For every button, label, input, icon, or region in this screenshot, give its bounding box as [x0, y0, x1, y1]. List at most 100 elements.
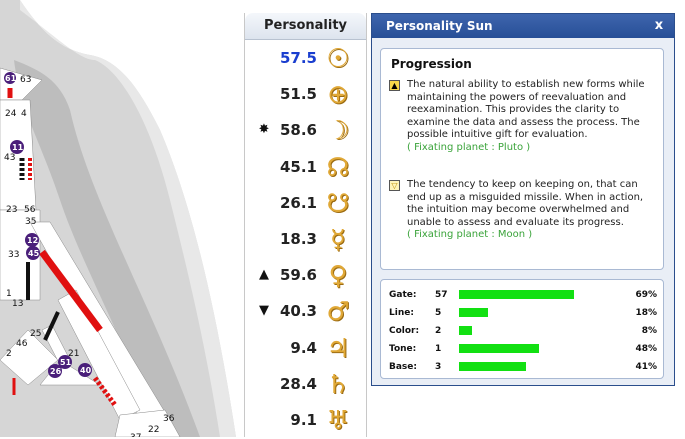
- stat-bar-track: [459, 344, 619, 353]
- gate-line-value: 28.4: [279, 374, 317, 393]
- stat-bar-track: [459, 290, 619, 299]
- svg-text:61: 61: [5, 74, 17, 83]
- planet-row[interactable]: 51.5 ⊕: [245, 77, 366, 113]
- gate-line-value: 18.3: [279, 230, 317, 248]
- stat-row: Gate: 57 69%: [389, 288, 657, 302]
- bodygraph-fragment: 63 24 4 43 23 56 35 33 1 13 25 46 2 21 3…: [0, 0, 236, 437]
- svg-text:11: 11: [12, 143, 24, 152]
- sun-icon: ☉: [326, 44, 350, 74]
- mercury-icon: ☿: [330, 225, 346, 255]
- stat-label: Color:: [389, 326, 420, 336]
- north-node-icon: ☊: [326, 152, 350, 183]
- svg-text:12: 12: [27, 236, 38, 245]
- gate-badge: 40: [78, 363, 92, 377]
- uranus-icon: ♅: [326, 406, 350, 436]
- stat-label: Tone:: [389, 344, 417, 354]
- south-node-icon: ☋: [326, 188, 350, 219]
- activation-stats: Gate: 57 69% Line: 5 18% Color: 2 8% Tone: 1 48% Bas…: [380, 279, 664, 379]
- gate-badge: 61: [4, 72, 17, 84]
- exalted-planet: ( Fixating planet : Pluto ): [407, 141, 531, 153]
- exaltation-icon: ▲: [389, 80, 400, 91]
- svg-text:45: 45: [28, 249, 40, 258]
- stat-value: 3: [435, 362, 442, 372]
- gate-line-value: 58.6: [279, 121, 317, 140]
- stat-label: Base:: [389, 362, 417, 372]
- gate-line-value: 40.3: [279, 302, 317, 321]
- gate-number: 33: [8, 250, 19, 260]
- mars-icon: ♂: [326, 297, 350, 328]
- gate-number: 2: [6, 349, 12, 359]
- fixing-mark: ▲: [259, 267, 269, 283]
- personality-header: Personality: [245, 13, 366, 40]
- gate-number: 43: [4, 153, 15, 163]
- moon-icon: ☽: [326, 116, 350, 147]
- gate-line-value: 45.1: [279, 157, 317, 176]
- svg-text:26: 26: [50, 367, 62, 376]
- planet-row[interactable]: ▼ 40.3 ♂: [245, 294, 366, 330]
- planet-row[interactable]: ✸ 58.6 ☽: [245, 113, 366, 149]
- fixing-mark: ✸: [258, 122, 270, 138]
- stat-percent: 69%: [635, 290, 657, 300]
- gate-number: 37: [130, 433, 141, 437]
- earth-icon: ⊕: [327, 80, 349, 111]
- gate-line-value: 9.1: [290, 411, 317, 429]
- stat-label: Line:: [389, 308, 414, 318]
- gate-line-value: 26.1: [279, 193, 317, 212]
- stat-percent: 8%: [641, 326, 657, 336]
- gate-number: 35: [25, 217, 36, 227]
- stat-value: 57: [435, 290, 448, 300]
- gate-number: 25: [30, 329, 41, 339]
- progression-box: Progression ▲ The natural ability to est…: [380, 48, 664, 270]
- stat-label: Gate:: [389, 290, 417, 300]
- gate-badge: 45: [26, 246, 40, 260]
- stat-percent: 41%: [635, 362, 657, 372]
- exalted-text: The natural ability to establish new for…: [407, 79, 645, 140]
- planet-row[interactable]: 26.1 ☋: [245, 186, 366, 222]
- personality-sun-panel: Personality Sun x Progression ▲ The natu…: [371, 13, 675, 386]
- gate-number: 22: [148, 425, 159, 435]
- planet-row[interactable]: 18.3 ☿: [245, 222, 366, 258]
- planet-row[interactable]: 9.1 ♅: [245, 403, 366, 439]
- stat-row: Tone: 1 48%: [389, 342, 657, 356]
- planet-row[interactable]: 57.5 ☉: [245, 41, 366, 77]
- jupiter-icon: ♃: [326, 333, 350, 364]
- stat-bar-track: [459, 362, 619, 371]
- gate-number: 23: [6, 205, 17, 215]
- gate-number: 46: [16, 339, 28, 349]
- gate-line-value: 59.6: [279, 266, 317, 285]
- gate-badge: 12: [25, 233, 39, 247]
- gate-number: 1: [6, 289, 12, 299]
- close-button[interactable]: x: [652, 14, 666, 38]
- gate-number: 4: [21, 109, 27, 119]
- detriment-text: The tendency to keep on keeping on, that…: [407, 179, 644, 228]
- stat-bar-track: [459, 308, 619, 317]
- gate-line-value: 51.5: [279, 85, 317, 104]
- stat-row: Line: 5 18%: [389, 306, 657, 320]
- stat-value: 1: [435, 344, 442, 354]
- stat-bar: [459, 362, 527, 371]
- planet-row[interactable]: 28.4 ♄: [245, 367, 366, 403]
- progression-title: Progression: [391, 57, 472, 71]
- gate-badge: 26: [48, 364, 62, 378]
- stat-percent: 18%: [635, 308, 657, 318]
- panel-title: Personality Sun: [386, 19, 493, 33]
- stat-bar-track: [459, 326, 619, 335]
- gate-number: 13: [12, 299, 23, 309]
- svg-text:51: 51: [60, 358, 72, 367]
- fixing-mark: ▼: [259, 303, 269, 319]
- planet-row[interactable]: ▲ 59.6 ♀: [245, 258, 366, 294]
- planet-row[interactable]: 45.1 ☊: [245, 150, 366, 186]
- planet-row[interactable]: 9.4 ♃: [245, 331, 366, 367]
- gate-badge: 11: [10, 140, 24, 154]
- stat-bar: [459, 308, 488, 317]
- stat-value: 5: [435, 308, 442, 318]
- stat-row: Base: 3 41%: [389, 360, 657, 374]
- gate-number: 36: [163, 414, 175, 424]
- gate-number: 56: [24, 205, 36, 215]
- panel-titlebar: Personality Sun x: [372, 14, 674, 38]
- gate-number: 63: [20, 75, 31, 85]
- stat-bar: [459, 326, 472, 335]
- stat-bar: [459, 344, 539, 353]
- detriment-planet: ( Fixating planet : Moon ): [407, 229, 533, 240]
- stat-row: Color: 2 8%: [389, 324, 657, 338]
